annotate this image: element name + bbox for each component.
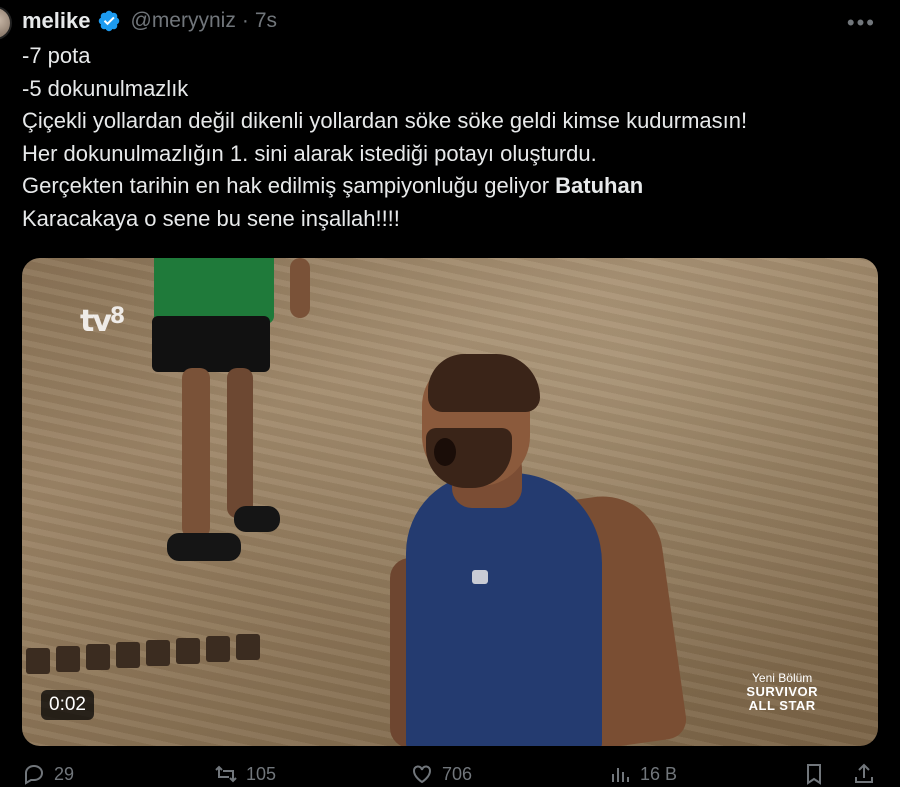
display-name[interactable]: melike	[22, 8, 91, 34]
athlete	[406, 473, 602, 746]
kappa-logo-icon	[472, 570, 488, 584]
tweet-line: Çiçekli yollardan değil dikenli yollarda…	[22, 108, 748, 133]
bookmark-button[interactable]	[802, 762, 826, 786]
tweet-line: Karacakaya o sene bu sene inşallah!!!!	[22, 205, 400, 231]
background-person	[290, 258, 310, 318]
background-person	[234, 506, 280, 532]
background-person	[182, 368, 210, 538]
share-icon	[855, 763, 873, 783]
reply-button[interactable]: 29	[22, 762, 74, 786]
avatar[interactable]	[0, 6, 12, 40]
promo-line: ALL STAR	[748, 698, 816, 713]
background-person	[227, 368, 253, 518]
video-player[interactable]: tv8 0:02 Yeni Bölüm SURVIVOR ALL STAR	[22, 258, 878, 746]
background-person	[167, 533, 241, 561]
background-person	[152, 316, 270, 372]
tweet-line: -5 dokunulmazlık	[22, 75, 189, 101]
background-person	[154, 258, 274, 324]
separator-dot: ·	[241, 9, 249, 32]
share-button[interactable]	[852, 762, 876, 786]
timestamp[interactable]: 7s	[255, 9, 277, 33]
retweet-count: 105	[246, 763, 277, 784]
tweet-line: Her dokunulmazlığın 1. sini alarak isted…	[22, 140, 597, 166]
video-duration: 0:02	[41, 690, 94, 720]
tv8-logo-icon: tv8	[80, 304, 125, 339]
reply-count: 29	[54, 763, 75, 784]
views-icon	[612, 768, 629, 782]
like-button[interactable]: 706	[410, 762, 472, 786]
views-button[interactable]: 16 B	[608, 762, 677, 786]
promo-line: Yeni Bölüm	[752, 671, 813, 685]
views-count: 16 B	[640, 763, 678, 784]
survivor-promo-badge: Yeni Bölüm SURVIVOR ALL STAR	[746, 671, 818, 713]
like-count: 706	[442, 763, 473, 784]
promo-line: SURVIVOR	[746, 684, 818, 699]
retweet-icon	[215, 765, 237, 783]
more-icon[interactable]: •••	[847, 10, 876, 36]
handle[interactable]: @meryyniz	[131, 9, 236, 33]
mention-name: Batuhan	[555, 173, 644, 198]
bookmark-icon	[807, 764, 821, 785]
verified-badge-icon	[97, 9, 121, 33]
tweet-line: Gerçekten tarihin en hak edilmiş şampiyo…	[22, 170, 882, 203]
tweet-header: melike @meryyniz · 7s •••	[22, 4, 880, 38]
athlete	[434, 438, 456, 466]
athlete	[428, 354, 540, 412]
tweet-line: -7 pota	[22, 43, 91, 68]
retweet-button[interactable]: 105	[214, 762, 276, 786]
tweet-actions: 29 105 706 16 B	[22, 762, 880, 787]
wooden-blocks	[22, 628, 272, 674]
reply-icon	[25, 764, 44, 785]
tweet-line-text: Gerçekten tarihin en hak edilmiş şampiyo…	[22, 173, 556, 198]
tweet-text: -7 pota -5 dokunulmazlık Çiçekli yollard…	[22, 40, 882, 235]
heart-icon	[413, 765, 431, 784]
